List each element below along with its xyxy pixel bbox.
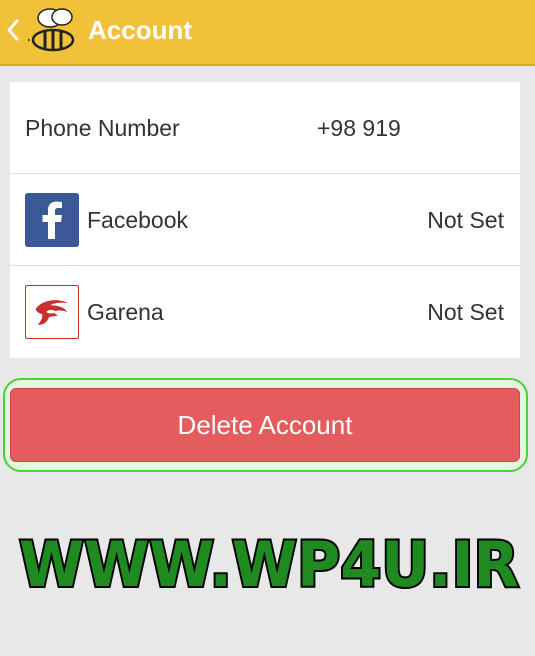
facebook-status: Not Set [427,207,504,233]
bee-logo-icon [28,8,75,52]
phone-number-value: +98 919 [317,115,401,141]
garena-status: Not Set [427,299,504,325]
garena-label: Garena [87,299,164,325]
phone-number-label: Phone Number [25,115,180,141]
account-list: Phone Number +98 919 Facebook Not Set Ga… [10,82,520,358]
facebook-label: Facebook [87,207,189,233]
facebook-icon [25,193,79,247]
page-title: Account [88,15,192,45]
garena-icon [25,285,79,339]
watermark-text: WWW.WP4U.IR [19,528,519,600]
phone-number-row[interactable]: Phone Number +98 919 [10,82,520,174]
facebook-row[interactable]: Facebook Not Set [10,174,520,266]
chevron-left-icon[interactable] [4,18,22,42]
app-header: Account [0,0,535,66]
watermark: WWW.WP4U.IR [17,528,521,600]
garena-row[interactable]: Garena Not Set [10,266,520,358]
delete-account-button[interactable]: Delete Account [10,388,520,462]
